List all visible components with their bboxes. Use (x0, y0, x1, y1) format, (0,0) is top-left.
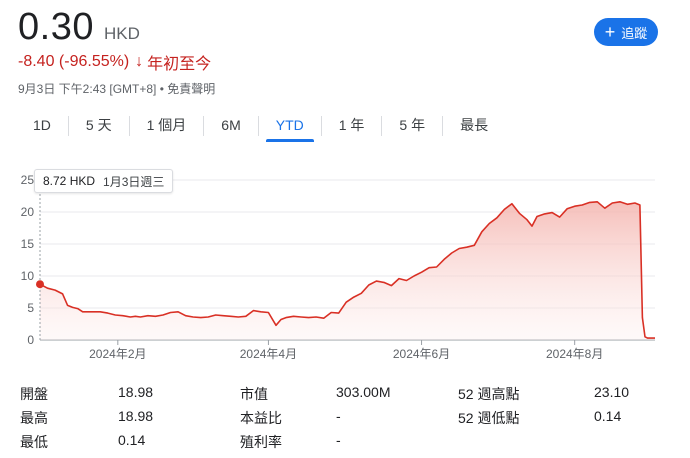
stats-table: 開盤 18.98 市值 303.00M 52 週高點 23.10 最高 18.98 本益比 - 52… (20, 382, 660, 454)
stat-cell: 開盤 18.98 (20, 384, 240, 404)
current-price: 0.30 (18, 6, 94, 48)
y-tick-label: 15 (21, 237, 35, 251)
range-tabs: 1D 5 天 1 個月 6M YTD 1 年 5 年最長 (16, 112, 505, 142)
stat-value: - (336, 408, 341, 424)
stat-row: 最低 0.14 殖利率 - (20, 430, 660, 454)
tab-2[interactable]: 1 個月 (137, 112, 197, 140)
stat-value: 303.00M (336, 384, 391, 400)
follow-button-label: 追蹤 (621, 25, 648, 41)
follow-button[interactable]: + 追蹤 (594, 18, 658, 46)
tab-divider (320, 116, 322, 136)
tab-0[interactable]: 1D (23, 112, 61, 140)
tab-7[interactable]: 最長 (450, 112, 498, 140)
disclaimer-link[interactable]: 免責聲明 (167, 82, 215, 96)
tab-3[interactable]: 6M (211, 112, 250, 140)
stat-label: 開盤 (20, 386, 48, 402)
plus-icon: + (604, 22, 616, 42)
tab-5[interactable]: 1 年 (329, 112, 375, 140)
stat-label: 殖利率 (240, 434, 282, 450)
y-tick-label: 10 (21, 269, 35, 283)
chart-tooltip: 8.72 HKD 1月3日週三 (34, 169, 174, 193)
stat-label: 52 週低點 (458, 410, 520, 426)
tab-6[interactable]: 5 年 (389, 112, 435, 140)
stat-cell: 市值 303.00M (240, 384, 458, 404)
stat-row: 最高 18.98 本益比 - 52 週低點 0.14 (20, 406, 660, 430)
stat-value: 23.10 (594, 384, 630, 400)
stat-cell: 殖利率 - (240, 432, 458, 452)
change-period: 年初至今 (147, 56, 212, 73)
stat-cell: 最低 0.14 (20, 432, 240, 452)
stat-cell: 本益比 - (240, 408, 458, 428)
price-area (40, 201, 655, 340)
stat-cell: 52 週高點 23.10 (458, 384, 654, 404)
currency-label: HKD (103, 24, 140, 43)
stat-value: 0.14 (594, 408, 622, 424)
x-tick-label: 2024年2月 (89, 347, 146, 361)
arrow-down-icon: ↓ (135, 53, 144, 70)
y-tick-label: 20 (21, 205, 35, 219)
hover-point (36, 280, 44, 289)
stat-value: 0.14 (118, 432, 146, 448)
tab-divider (128, 116, 130, 136)
stat-row: 開盤 18.98 市值 303.00M 52 週高點 23.10 (20, 382, 660, 406)
tab-divider (257, 116, 259, 136)
change-value: -8.40 (-96.55%) (18, 53, 130, 70)
x-tick-label: 2024年6月 (393, 347, 450, 361)
stat-label: 市值 (240, 386, 268, 402)
tooltip-date: 1月3日週三 (103, 174, 165, 189)
quote-header: 0.30 HKD (18, 6, 140, 49)
stat-cell: 52 週低點 0.14 (458, 408, 654, 428)
y-tick-label: 0 (27, 333, 34, 347)
tab-divider (67, 116, 69, 136)
tab-divider (203, 116, 205, 136)
stat-value: 18.98 (118, 384, 154, 400)
x-tick-label: 2024年8月 (546, 347, 603, 361)
price-change: -8.40 (-96.55%) ↓ 年初至今 (18, 50, 211, 74)
tooltip-price: 8.72 HKD (43, 174, 96, 188)
stat-cell: 最高 18.98 (20, 408, 240, 428)
stat-label: 52 週高點 (458, 386, 520, 402)
tab-4[interactable]: YTD (265, 112, 314, 142)
stat-label: 最高 (20, 410, 48, 426)
quote-meta: 9月3日 下午2:43 [GMT+8] • 免責聲明 (18, 80, 215, 97)
stat-label: 最低 (20, 434, 48, 450)
stat-value: - (336, 432, 341, 448)
tab-divider (381, 116, 383, 136)
x-tick-label: 2024年4月 (240, 347, 297, 361)
meta-separator: • (156, 82, 168, 96)
quote-timestamp: 9月3日 下午2:43 [GMT+8] (18, 82, 157, 96)
y-tick-label: 5 (27, 301, 34, 315)
stat-label: 本益比 (240, 410, 282, 426)
stat-value: 18.98 (118, 408, 154, 424)
tab-divider (442, 116, 444, 136)
tab-1[interactable]: 5 天 (76, 112, 122, 140)
y-tick-label: 25 (21, 173, 35, 187)
